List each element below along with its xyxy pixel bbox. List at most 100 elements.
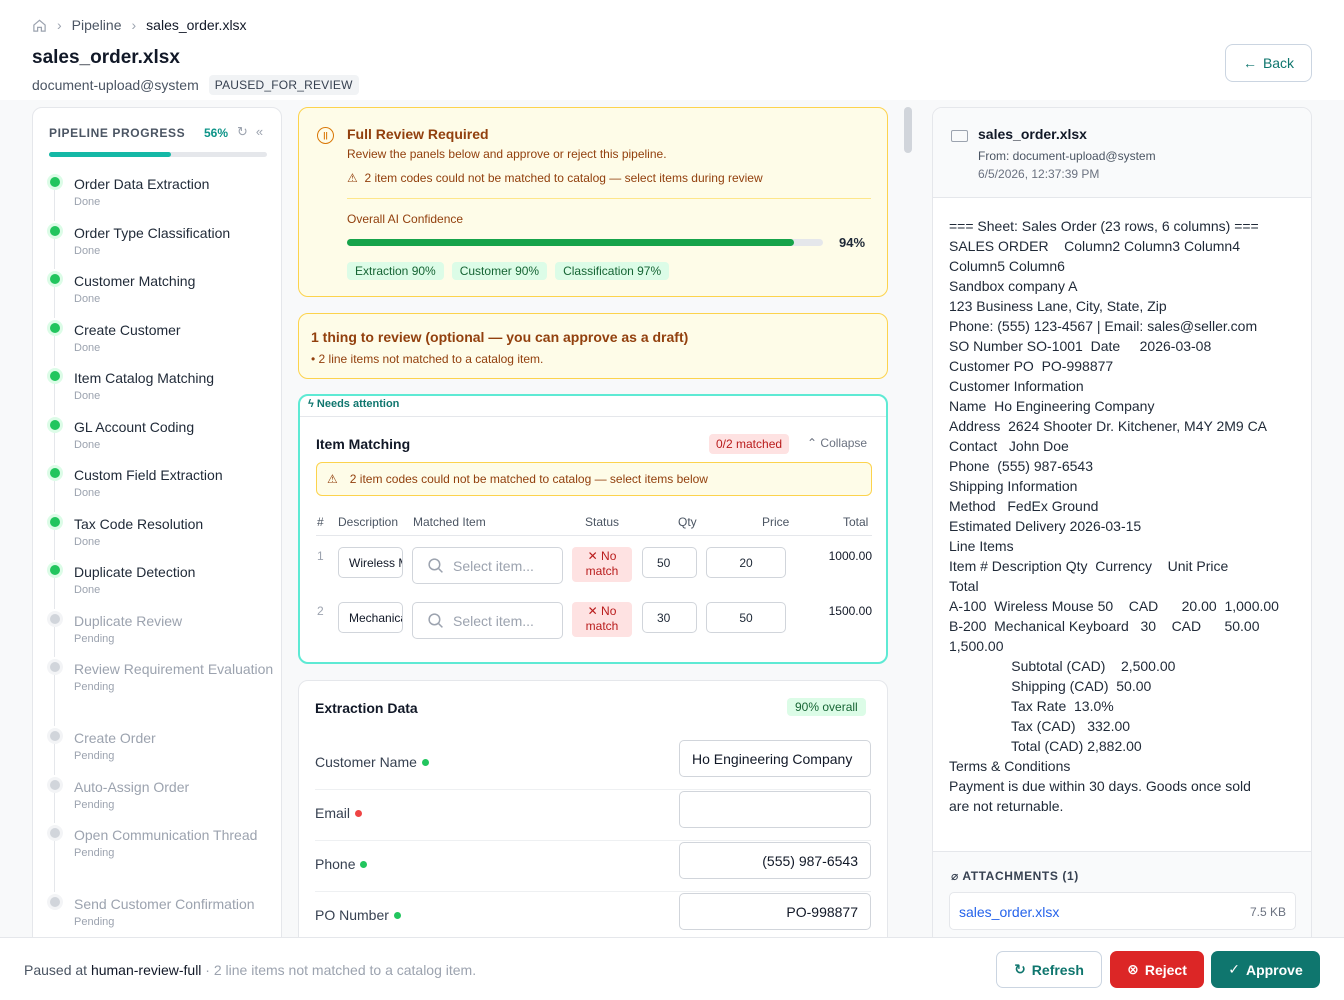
pipeline-step: Auto-Assign Order Pending (49, 777, 279, 826)
needs-attention-text: Needs attention (316, 398, 400, 410)
review-items-card: 1 thing to review (optional — you can ap… (298, 313, 888, 379)
attachment-size: 7.5 KB (1249, 905, 1286, 919)
approve-button[interactable]: ✓ Approve (1211, 951, 1320, 988)
preview-line: Name Ho Engineering Company (949, 398, 1155, 414)
step-name: Duplicate Review (74, 612, 183, 629)
review-subtitle: Review the panels below and approve or r… (347, 147, 667, 161)
back-button[interactable]: ← Back (1225, 44, 1312, 82)
step-connector (54, 190, 55, 221)
home-icon[interactable] (32, 18, 47, 33)
chevron-up-icon: ⌃ (807, 436, 818, 450)
breadcrumb-pipeline[interactable]: Pipeline (72, 17, 122, 33)
chevron-right-icon: › (57, 17, 62, 33)
step-status: Done (74, 293, 101, 305)
x-icon: ✕ (587, 549, 598, 563)
select-placeholder: Select item... (453, 612, 534, 629)
needs-attention-label: ϟ Needs attention (308, 398, 399, 410)
review-warning: ⚠ 2 item codes could not be matched to c… (347, 171, 763, 185)
preview-line: Column5 Column6 (949, 258, 1065, 274)
preview-line: Line Items (949, 538, 1014, 554)
paused-prefix: Paused at (24, 962, 91, 978)
collapse-button[interactable]: ⌃ Collapse (807, 436, 867, 450)
chip-extraction: Extraction 90% (347, 262, 444, 280)
field-input[interactable]: (555) 987-6543 (679, 842, 871, 879)
matched-count-badge: 0/2 matched (709, 434, 790, 454)
review-column: || Full Review Required Review the panel… (298, 107, 888, 937)
step-status: Pending (74, 847, 115, 859)
attachment-name[interactable]: sales_order.xlsx (959, 904, 1059, 920)
description-input[interactable]: Wireless Mouse (338, 547, 403, 578)
pipeline-step: Customer Matching Done (49, 271, 279, 320)
attachment-item[interactable]: sales_order.xlsx 7.5 KB (949, 892, 1296, 930)
step-status-dot (50, 468, 60, 478)
arrow-left-icon: ← (1242, 55, 1257, 71)
collapse-left-icon[interactable]: « (256, 124, 263, 140)
step-connector (54, 481, 55, 512)
step-name: Customer Matching (74, 273, 196, 289)
preview-line: Payment is due within 30 days. Goods onc… (949, 778, 1251, 794)
pipeline-step: Item Catalog Matching Done (49, 368, 279, 417)
field-label-text: Email (315, 805, 351, 821)
description-input[interactable]: Mechanical Keyboard (338, 602, 403, 633)
pipeline-step: Order Type Classification Done (49, 223, 279, 272)
matched-item-select[interactable]: Select item... (412, 547, 563, 584)
field-label: Email (315, 805, 363, 821)
pipeline-step: Custom Field Extraction Done (49, 465, 279, 514)
preview-line: Subtotal (CAD) 2,500.00 (949, 658, 1176, 674)
paperclip-icon: ⌀ (951, 869, 959, 883)
step-connector (54, 578, 55, 609)
pipeline-progress-percent: 56% (204, 126, 229, 140)
preview-line: Customer PO PO-998877 (949, 358, 1114, 374)
refresh-label: Refresh (1031, 961, 1084, 978)
field-label-text: PO Number (315, 907, 389, 923)
preview-line: Tax Rate 13.0% (949, 698, 1114, 714)
preview-date: 6/5/2026, 12:37:39 PM (978, 167, 1100, 181)
matched-item-select[interactable]: Select item... (412, 602, 563, 639)
qty-input[interactable]: 30 (642, 602, 697, 633)
preview-line: Phone: (555) 123-4567 | Email: sales@sel… (949, 318, 1258, 334)
extraction-data-card: Extraction Data 90% overall Customer Nam… (298, 680, 888, 937)
step-name: GL Account Coding (74, 418, 195, 435)
step-status-dot (50, 897, 60, 907)
pipeline-step: GL Account Coding Done (49, 417, 279, 466)
field-input[interactable]: Ho Engineering Company (679, 740, 871, 777)
preview-line: Item # Description Qty Currency Unit Pri… (949, 558, 1229, 574)
step-status: Pending (74, 750, 115, 762)
step-status-dot (50, 828, 60, 838)
back-button-label: Back (1262, 55, 1295, 71)
step-name: Create Customer (74, 321, 181, 338)
step-status-dot (50, 516, 60, 527)
bolt-icon: ϟ (308, 398, 314, 410)
step-connector (54, 287, 55, 318)
extraction-title: Extraction Data (315, 700, 418, 716)
step-connector (54, 335, 55, 366)
step-status-dot (50, 731, 60, 741)
chevron-right-icon: › (131, 17, 137, 33)
refresh-button[interactable]: ↻ Refresh (996, 951, 1102, 988)
column-header-qty: Qty (678, 515, 697, 529)
extraction-overall-badge: 90% overall (787, 698, 866, 716)
column-header-status: Status (585, 515, 620, 529)
status-badge: PAUSED_FOR_REVIEW (208, 75, 359, 95)
step-status: Done (74, 244, 101, 257)
preview-line: Shipping Information (949, 478, 1078, 494)
confidence-chips: Extraction 90% Customer 90% Classificati… (347, 262, 670, 280)
step-name: Tax Code Resolution (74, 515, 204, 532)
field-input[interactable] (679, 791, 871, 828)
refresh-icon[interactable]: ↻ (237, 124, 248, 140)
page-subline: document-upload@system PAUSED_FOR_REVIEW (32, 75, 359, 95)
step-status: Done (74, 196, 101, 208)
preview-line: Contact John Doe (949, 438, 1069, 454)
qty-input[interactable]: 50 (642, 547, 697, 578)
step-name: Order Type Classification (74, 224, 231, 241)
step-connector (54, 792, 55, 823)
preview-line: SALES ORDER Column2 Column3 Column4 (949, 238, 1241, 254)
preview-from: From: document-upload@system (978, 149, 1156, 163)
refresh-icon: ↻ (1014, 961, 1026, 977)
reject-button[interactable]: ⊗ Reject (1110, 951, 1204, 988)
step-status-dot (50, 274, 60, 284)
field-input[interactable]: PO-998877 (679, 893, 871, 930)
step-name: Custom Field Extraction (74, 467, 223, 483)
confidence-percent: 94% (839, 235, 866, 250)
scrollbar-thumb[interactable] (904, 107, 912, 153)
